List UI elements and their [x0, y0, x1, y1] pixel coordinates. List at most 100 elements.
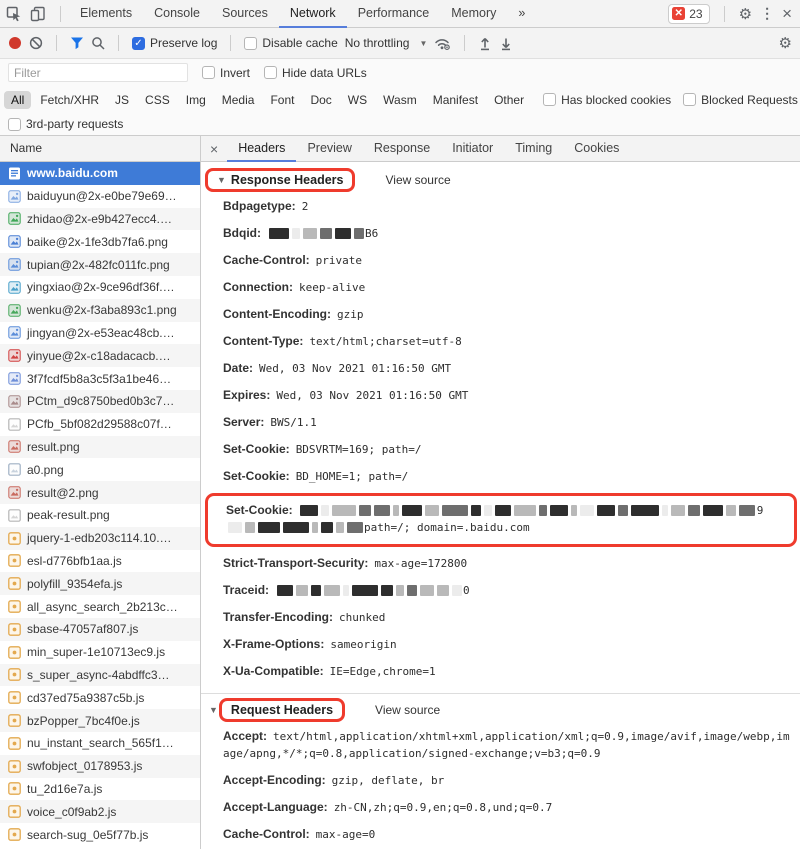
- header-row: Accept-Encoding: gzip, deflate, br: [201, 767, 800, 794]
- checkbox-box[interactable]: [543, 93, 557, 106]
- request-row[interactable]: all_async_search_2b213c…: [0, 595, 200, 618]
- preserve-log-checkbox-box[interactable]: [132, 36, 145, 50]
- request-row[interactable]: bzPopper_7bc4f0e.js: [0, 709, 200, 732]
- third-party-checkbox-box[interactable]: [8, 117, 21, 131]
- import-har-icon[interactable]: [478, 36, 492, 51]
- details-tab-cookies[interactable]: Cookies: [563, 136, 630, 162]
- disable-cache-checkbox[interactable]: Disable cache: [244, 36, 338, 50]
- header-value-text: text/html;charset=utf-8: [309, 335, 462, 348]
- filter-chip-img[interactable]: Img: [179, 91, 213, 109]
- response-headers-title[interactable]: Response Headers: [231, 173, 344, 187]
- request-row[interactable]: search-sug_0e5f77b.js: [0, 823, 200, 846]
- filter-chip-font[interactable]: Font: [263, 91, 301, 109]
- search-icon[interactable]: [91, 36, 105, 50]
- filter-chip-doc[interactable]: Doc: [303, 91, 338, 109]
- header-value-text: Wed, 03 Nov 2021 01:16:50 GMT: [276, 389, 469, 402]
- request-row[interactable]: swfobject_0178953.js: [0, 754, 200, 778]
- invert-checkbox[interactable]: Invert: [202, 66, 250, 80]
- filter-chip-ws[interactable]: WS: [341, 91, 374, 109]
- third-party-checkbox[interactable]: 3rd-party requests: [8, 117, 123, 131]
- chip-checkbox-blocked-requests[interactable]: Blocked Requests: [683, 93, 798, 107]
- tab-network[interactable]: Network: [278, 0, 347, 28]
- disclosure-triangle-icon[interactable]: ▼: [209, 705, 218, 715]
- request-row[interactable]: tupian@2x-482fc011fc.png: [0, 253, 200, 276]
- filter-funnel-icon[interactable]: [70, 36, 84, 50]
- tab-console[interactable]: Console: [143, 0, 211, 28]
- filter-chip-css[interactable]: CSS: [138, 91, 177, 109]
- disable-cache-checkbox-box[interactable]: [244, 36, 258, 50]
- filter-input[interactable]: [8, 63, 188, 82]
- inspect-element-icon[interactable]: [6, 6, 22, 22]
- request-row[interactable]: baike@2x-1fe3db7fa6.png: [0, 230, 200, 253]
- hide-data-urls-checkbox-box[interactable]: [264, 66, 278, 79]
- name-column-header[interactable]: Name: [0, 136, 200, 162]
- tab-elements[interactable]: Elements: [69, 0, 143, 28]
- tab-sources[interactable]: Sources: [211, 0, 279, 28]
- clear-network-log-icon[interactable]: [29, 36, 43, 50]
- view-source-link[interactable]: View source: [385, 173, 450, 187]
- request-row[interactable]: polyfill_9354efa.js: [0, 572, 200, 596]
- request-row[interactable]: jquery-1-edb203c114.10.…: [0, 526, 200, 550]
- filter-chip-other[interactable]: Other: [487, 91, 531, 109]
- error-count-badge[interactable]: ✕ 23: [668, 3, 710, 24]
- details-tab-initiator[interactable]: Initiator: [441, 136, 504, 162]
- tab-performance[interactable]: Performance: [347, 0, 441, 28]
- details-tab-headers[interactable]: Headers: [227, 136, 297, 162]
- filter-chip-manifest[interactable]: Manifest: [426, 91, 485, 109]
- request-headers-title[interactable]: Request Headers: [231, 703, 333, 717]
- request-row[interactable]: min_super-1e10713ec9.js: [0, 641, 200, 664]
- tab--[interactable]: »: [507, 0, 536, 28]
- third-party-row: 3rd-party requests: [0, 113, 800, 136]
- error-count: 23: [689, 6, 703, 21]
- request-row[interactable]: PCfb_5bf082d29588c07f…: [0, 413, 200, 436]
- details-tab-response[interactable]: Response: [363, 136, 441, 162]
- request-row[interactable]: wenku@2x-f3aba893c1.png: [0, 298, 200, 322]
- request-row[interactable]: jingyan@2x-e53eac48cb.…: [0, 322, 200, 345]
- request-row[interactable]: sbase-47057af807.js: [0, 617, 200, 641]
- request-row[interactable]: yinyue@2x-c18adacacb.…: [0, 344, 200, 368]
- settings-gear-icon[interactable]: ⚙: [739, 5, 752, 23]
- filter-chip-fetch-xhr[interactable]: Fetch/XHR: [33, 91, 106, 109]
- chip-checkbox-has-blocked-cookies[interactable]: Has blocked cookies: [543, 93, 671, 107]
- view-source-link[interactable]: View source: [375, 703, 440, 717]
- request-row[interactable]: nu_instant_search_565f1…: [0, 732, 200, 755]
- more-options-icon[interactable]: ⋮: [760, 5, 774, 22]
- export-har-icon[interactable]: [499, 36, 513, 51]
- close-devtools-icon[interactable]: ×: [782, 4, 792, 24]
- request-row[interactable]: result@2.png: [0, 481, 200, 504]
- header-row: Cache-Control: max-age=0: [201, 821, 800, 848]
- request-row[interactable]: yingxiao@2x-9ce96df36f.…: [0, 276, 200, 299]
- request-row[interactable]: zhidao@2x-e9b427ecc4.…: [0, 207, 200, 231]
- request-row[interactable]: s_super_async-4abdffc3…: [0, 663, 200, 687]
- request-row[interactable]: cd37ed75a9387c5b.js: [0, 686, 200, 709]
- request-row[interactable]: PCtm_d9c8750bed0b3c7…: [0, 389, 200, 413]
- request-row[interactable]: result.png: [0, 435, 200, 459]
- request-row[interactable]: esl-d776bfb1aa.js: [0, 550, 200, 573]
- request-row[interactable]: www.baidu.com: [0, 162, 200, 185]
- request-row[interactable]: baiduyun@2x-e0be79e69…: [0, 185, 200, 208]
- record-network-log-icon[interactable]: [8, 36, 22, 50]
- throttling-dropdown[interactable]: No throttling ▼: [345, 36, 428, 50]
- filter-chip-all[interactable]: All: [4, 90, 32, 109]
- checkbox-box[interactable]: [683, 93, 697, 106]
- request-row[interactable]: 3f7fcdf5b8a3c5f3a1be46…: [0, 367, 200, 390]
- header-name: Date:: [223, 361, 254, 375]
- device-toolbar-icon[interactable]: [30, 6, 46, 22]
- details-tab-timing[interactable]: Timing: [504, 136, 563, 162]
- preserve-log-checkbox[interactable]: Preserve log: [132, 36, 217, 50]
- close-details-icon[interactable]: ×: [201, 136, 227, 161]
- network-conditions-icon[interactable]: [434, 36, 451, 51]
- request-row[interactable]: tu_2d16e7a.js: [0, 778, 200, 801]
- request-row[interactable]: voice_c0f9ab2.js: [0, 800, 200, 824]
- request-row[interactable]: a0.png: [0, 458, 200, 481]
- filter-chip-js[interactable]: JS: [108, 91, 136, 109]
- disclosure-triangle-icon[interactable]: ▼: [217, 175, 226, 185]
- hide-data-urls-checkbox[interactable]: Hide data URLs: [264, 66, 367, 80]
- filter-chip-media[interactable]: Media: [215, 91, 262, 109]
- request-row[interactable]: peak-result.png: [0, 504, 200, 527]
- filter-chip-wasm[interactable]: Wasm: [376, 91, 424, 109]
- tab-memory[interactable]: Memory: [440, 0, 507, 28]
- invert-checkbox-box[interactable]: [202, 66, 215, 79]
- details-tab-preview[interactable]: Preview: [296, 136, 362, 162]
- network-settings-gear-icon[interactable]: ⚙: [779, 34, 792, 52]
